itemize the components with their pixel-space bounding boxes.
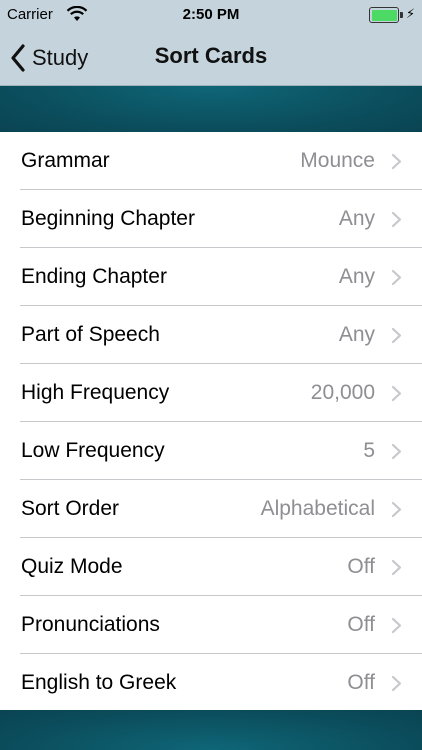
disclosure-chevron-icon xyxy=(391,675,402,692)
setting-value: Any xyxy=(338,323,375,346)
top-bar: Carrier 2:50 PM ⚡︎ Study Sort Cards xyxy=(0,0,422,86)
setting-value: Off xyxy=(347,671,375,694)
setting-row-quiz-mode[interactable]: Quiz Mode Off xyxy=(0,538,422,596)
setting-value: 20,000 xyxy=(310,381,375,404)
setting-label: Pronunciations xyxy=(21,613,160,636)
disclosure-chevron-icon xyxy=(391,327,402,344)
setting-row-sort-order[interactable]: Sort Order Alphabetical xyxy=(0,480,422,538)
setting-label: Beginning Chapter xyxy=(21,207,195,230)
disclosure-chevron-icon xyxy=(391,385,402,402)
disclosure-chevron-icon xyxy=(391,559,402,576)
disclosure-chevron-icon xyxy=(391,501,402,518)
setting-label: Low Frequency xyxy=(21,439,165,462)
battery-cap xyxy=(400,12,403,18)
battery-icon xyxy=(369,7,399,23)
disclosure-chevron-icon xyxy=(391,211,402,228)
setting-label: High Frequency xyxy=(21,381,170,404)
setting-row-low-frequency[interactable]: Low Frequency 5 xyxy=(0,422,422,480)
disclosure-chevron-icon xyxy=(391,269,402,286)
setting-label: Ending Chapter xyxy=(21,265,167,288)
setting-value: 5 xyxy=(363,439,375,462)
setting-value: Any xyxy=(338,265,375,288)
setting-value: Any xyxy=(338,207,375,230)
setting-row-pronunciations[interactable]: Pronunciations Off xyxy=(0,596,422,654)
setting-label: Part of Speech xyxy=(21,323,160,346)
disclosure-chevron-icon xyxy=(391,153,402,170)
setting-row-ending-chapter[interactable]: Ending Chapter Any xyxy=(0,248,422,306)
footer-band xyxy=(0,710,422,750)
settings-list: Grammar Mounce Beginning Chapter Any Ending … xyxy=(0,132,422,710)
setting-label: English to Greek xyxy=(21,671,177,694)
disclosure-chevron-icon xyxy=(391,443,402,460)
navigation-bar: Study Sort Cards xyxy=(0,30,422,86)
charging-bolt-icon: ⚡︎ xyxy=(406,6,416,21)
disclosure-chevron-icon xyxy=(391,617,402,634)
header-band xyxy=(0,86,422,132)
setting-row-part-of-speech[interactable]: Part of Speech Any xyxy=(0,306,422,364)
setting-row-grammar[interactable]: Grammar Mounce xyxy=(0,132,422,190)
setting-value: Mounce xyxy=(300,149,375,172)
page-title: Sort Cards xyxy=(154,43,268,68)
setting-row-english-to-greek[interactable]: English to Greek Off xyxy=(0,654,422,712)
setting-label: Sort Order xyxy=(21,497,120,520)
setting-value: Alphabetical xyxy=(260,497,375,520)
setting-value: Off xyxy=(347,555,375,578)
setting-value: Off xyxy=(347,613,375,636)
setting-label: Quiz Mode xyxy=(21,555,123,578)
screen: Carrier 2:50 PM ⚡︎ Study Sort Cards Gram… xyxy=(0,0,422,750)
setting-row-beginning-chapter[interactable]: Beginning Chapter Any xyxy=(0,190,422,248)
setting-row-high-frequency[interactable]: High Frequency 20,000 xyxy=(0,364,422,422)
status-bar: Carrier 2:50 PM ⚡︎ xyxy=(0,0,422,30)
clock: 2:50 PM xyxy=(182,6,240,23)
setting-label: Grammar xyxy=(21,149,110,172)
